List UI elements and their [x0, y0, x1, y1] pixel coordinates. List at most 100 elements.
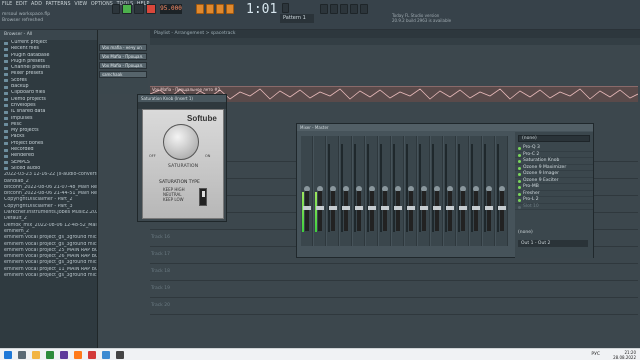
slot-enable-icon[interactable] — [518, 160, 521, 163]
volume-fader[interactable] — [305, 191, 309, 231]
mixer-strip[interactable] — [314, 136, 326, 246]
volume-fader[interactable] — [448, 191, 452, 231]
volume-fader[interactable] — [435, 191, 439, 231]
volume-fader[interactable] — [422, 191, 426, 231]
mixer-strip[interactable] — [327, 136, 339, 246]
volume-fader[interactable] — [344, 191, 348, 231]
rack-item[interactable]: Vox Mafia - Прощал. — [99, 62, 147, 69]
preset-selector[interactable]: (none) — [518, 135, 590, 142]
playlist-header[interactable]: Playlist - Arrangement > spacetrack — [150, 30, 640, 38]
volume-fader[interactable] — [461, 191, 465, 231]
start-icon[interactable] — [4, 351, 12, 359]
fl-studio-icon[interactable] — [74, 351, 82, 359]
snap-button[interactable] — [282, 3, 289, 13]
mixer-strip[interactable] — [431, 136, 443, 246]
mixer-strip[interactable] — [470, 136, 482, 246]
browser-header[interactable]: Browser - All — [0, 30, 97, 40]
menu-view[interactable]: VIEW — [74, 2, 87, 7]
menu-patterns[interactable]: PATTERNS — [46, 2, 71, 7]
channel-rack-icon[interactable] — [340, 4, 348, 14]
volume-fader[interactable] — [500, 191, 504, 231]
app-icon[interactable] — [116, 351, 124, 359]
browser-file[interactable]: eminem vocal project_gs_3ground mic sett… — [0, 273, 97, 279]
slot-enable-icon[interactable] — [518, 205, 521, 209]
mixer-icon[interactable] — [350, 4, 358, 14]
countdown-button[interactable] — [216, 4, 224, 14]
clock[interactable]: 21:20 28.08.2022 — [613, 350, 636, 360]
fader-cap[interactable] — [381, 206, 389, 210]
pattern-selector[interactable]: Pattern 1 — [280, 14, 314, 23]
volume-fader[interactable] — [331, 191, 335, 231]
fader-cap[interactable] — [316, 206, 324, 210]
menu-edit[interactable]: EDIT — [16, 2, 27, 7]
fader-cap[interactable] — [329, 206, 337, 210]
slot-enable-icon[interactable] — [518, 166, 521, 170]
rack-item[interactable]: Vox Mafia - Прощал. — [99, 53, 147, 60]
playlist-track[interactable] — [150, 303, 638, 315]
wait-input-button[interactable] — [206, 4, 214, 14]
mixer-strip[interactable] — [457, 136, 469, 246]
mixer-strip[interactable] — [392, 136, 404, 246]
menu-file[interactable]: FILE — [2, 2, 12, 7]
mixer-title[interactable]: Mixer - Master — [297, 124, 593, 131]
menu-options[interactable]: OPTIONS — [91, 2, 113, 7]
effect-slot[interactable]: Slot 10 — [515, 204, 593, 210]
volume-fader[interactable] — [396, 191, 400, 231]
fader-cap[interactable] — [446, 206, 454, 210]
plugin-title[interactable]: Saturation Knob (Insert 1) — [138, 95, 226, 102]
language-indicator[interactable]: РУС — [591, 352, 600, 357]
play-button[interactable] — [122, 4, 132, 14]
mixer-strip[interactable] — [405, 136, 417, 246]
mixer-strip[interactable] — [301, 136, 313, 246]
fader-cap[interactable] — [407, 206, 415, 210]
loop-record-button[interactable] — [226, 4, 234, 14]
playlist-track[interactable] — [150, 269, 638, 281]
rack-item[interactable]: samchaak — [99, 71, 147, 78]
mixer-strip[interactable] — [379, 136, 391, 246]
output-selector[interactable]: Out 1 - Out 2 — [518, 240, 588, 247]
slot-enable-icon[interactable] — [518, 153, 521, 157]
timeline-ruler[interactable] — [150, 38, 640, 45]
fader-cap[interactable] — [394, 206, 402, 210]
app-icon[interactable] — [60, 351, 68, 359]
volume-fader[interactable] — [370, 191, 374, 231]
browser-app-icon[interactable] — [46, 351, 54, 359]
playlist-icon[interactable] — [320, 4, 328, 14]
volume-fader[interactable] — [487, 191, 491, 231]
volume-fader[interactable] — [474, 191, 478, 231]
pat-song-toggle[interactable] — [112, 4, 120, 14]
mixer-strip[interactable] — [340, 136, 352, 246]
mixer-strip[interactable] — [418, 136, 430, 246]
fader-cap[interactable] — [303, 206, 311, 210]
fader-cap[interactable] — [459, 206, 467, 210]
volume-fader[interactable] — [318, 191, 322, 231]
slot-enable-icon[interactable] — [518, 186, 521, 189]
slot-enable-icon[interactable] — [518, 147, 521, 150]
fader-cap[interactable] — [368, 206, 376, 210]
explorer-icon[interactable] — [32, 351, 40, 359]
search-icon[interactable] — [18, 351, 26, 359]
menu-add[interactable]: ADD — [31, 2, 42, 7]
fader-cap[interactable] — [420, 206, 428, 210]
stop-button[interactable] — [134, 4, 144, 14]
metronome-button[interactable] — [196, 4, 204, 14]
volume-fader[interactable] — [357, 191, 361, 231]
slot-enable-icon[interactable] — [518, 192, 521, 196]
mixer-strip[interactable] — [366, 136, 378, 246]
mixer-strip[interactable] — [496, 136, 508, 246]
mixer-strip[interactable] — [444, 136, 456, 246]
fader-cap[interactable] — [342, 206, 350, 210]
slot-enable-icon[interactable] — [518, 173, 521, 176]
update-hint[interactable]: Today FL Studio version 20.9.2 build 296… — [392, 13, 451, 23]
record-button[interactable] — [146, 4, 156, 14]
saturation-type-switch[interactable] — [199, 188, 207, 206]
volume-fader[interactable] — [383, 191, 387, 231]
fader-cap[interactable] — [433, 206, 441, 210]
playlist-track[interactable] — [150, 286, 638, 298]
piano-roll-icon[interactable] — [330, 4, 338, 14]
browser-icon[interactable] — [360, 4, 368, 14]
fader-cap[interactable] — [355, 206, 363, 210]
tempo-display[interactable]: 95.000 — [160, 4, 182, 14]
plugin-toolbar[interactable] — [138, 102, 226, 109]
rack-item[interactable]: Vox mafia - нечу un — [99, 44, 147, 51]
